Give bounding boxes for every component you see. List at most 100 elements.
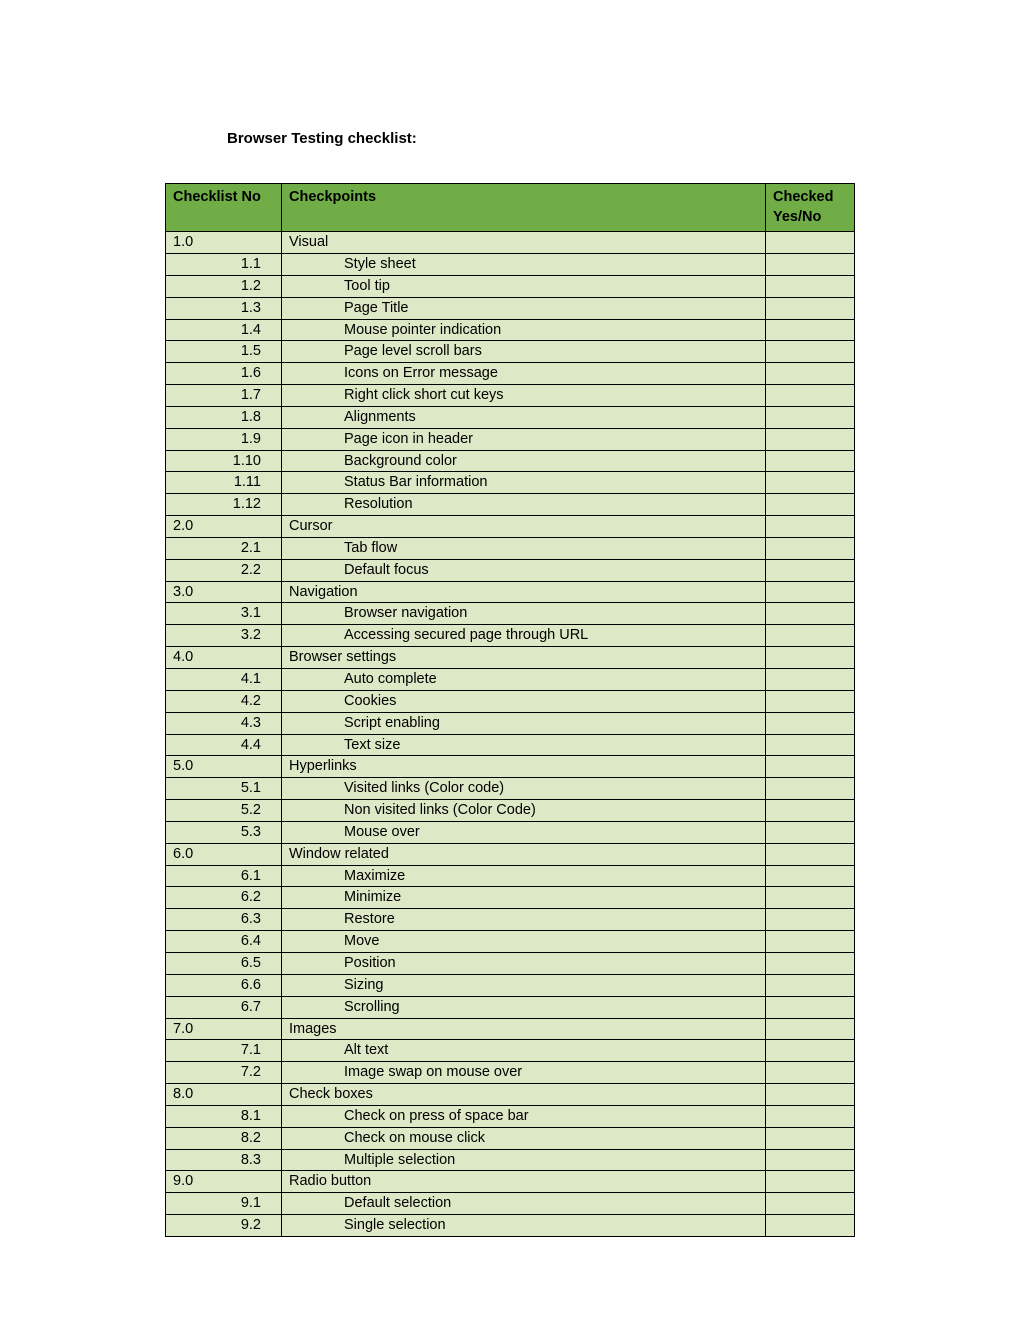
cell-checkpoint: Check on press of space bar — [282, 1105, 766, 1127]
cell-checklist-no: 5.2 — [166, 800, 282, 822]
cell-checked — [766, 603, 855, 625]
cell-checkpoint: Cursor — [282, 516, 766, 538]
cell-checked — [766, 1127, 855, 1149]
table-row: 7.1Alt text — [166, 1040, 855, 1062]
cell-checklist-no: 6.7 — [166, 996, 282, 1018]
table-row: 2.1Tab flow — [166, 537, 855, 559]
cell-checkpoint: Resolution — [282, 494, 766, 516]
cell-checked — [766, 1105, 855, 1127]
table-header-row: Checklist No Checkpoints Checked Yes/No — [166, 184, 855, 232]
table-row: 6.4Move — [166, 931, 855, 953]
cell-checklist-no: 6.0 — [166, 843, 282, 865]
cell-checklist-no: 8.2 — [166, 1127, 282, 1149]
cell-checkpoint: Sizing — [282, 974, 766, 996]
cell-checkpoint: Icons on Error message — [282, 363, 766, 385]
cell-checklist-no: 7.0 — [166, 1018, 282, 1040]
table-row: 4.4Text size — [166, 734, 855, 756]
table-row: 1.6Icons on Error message — [166, 363, 855, 385]
table-row: 8.2Check on mouse click — [166, 1127, 855, 1149]
table-row: 8.0Check boxes — [166, 1084, 855, 1106]
cell-checklist-no: 6.3 — [166, 909, 282, 931]
cell-checkpoint: Hyperlinks — [282, 756, 766, 778]
table-row: 1.0Visual — [166, 232, 855, 254]
col-header-no: Checklist No — [166, 184, 282, 232]
cell-checklist-no: 5.0 — [166, 756, 282, 778]
cell-checked — [766, 952, 855, 974]
cell-checklist-no: 6.2 — [166, 887, 282, 909]
cell-checked — [766, 319, 855, 341]
cell-checklist-no: 4.1 — [166, 669, 282, 691]
table-row: 1.10Background color — [166, 450, 855, 472]
cell-checkpoint: Tool tip — [282, 275, 766, 297]
cell-checked — [766, 800, 855, 822]
cell-checkpoint: Visual — [282, 232, 766, 254]
cell-checkpoint: Restore — [282, 909, 766, 931]
table-row: 1.5Page level scroll bars — [166, 341, 855, 363]
cell-checkpoint: Check on mouse click — [282, 1127, 766, 1149]
cell-checkpoint: Right click short cut keys — [282, 385, 766, 407]
cell-checkpoint: Browser navigation — [282, 603, 766, 625]
cell-checkpoint: Mouse over — [282, 821, 766, 843]
table-row: 1.3Page Title — [166, 297, 855, 319]
cell-checked — [766, 516, 855, 538]
cell-checklist-no: 3.1 — [166, 603, 282, 625]
table-row: 6.5Position — [166, 952, 855, 974]
table-row: 5.1Visited links (Color code) — [166, 778, 855, 800]
cell-checklist-no: 7.1 — [166, 1040, 282, 1062]
cell-checked — [766, 647, 855, 669]
cell-checkpoint: Image swap on mouse over — [282, 1062, 766, 1084]
cell-checklist-no: 6.1 — [166, 865, 282, 887]
cell-checklist-no: 8.0 — [166, 1084, 282, 1106]
table-row: 9.0Radio button — [166, 1171, 855, 1193]
cell-checklist-no: 4.3 — [166, 712, 282, 734]
cell-checklist-no: 1.6 — [166, 363, 282, 385]
cell-checklist-no: 4.2 — [166, 690, 282, 712]
cell-checked — [766, 363, 855, 385]
table-row: 1.11Status Bar information — [166, 472, 855, 494]
table-row: 4.1Auto complete — [166, 669, 855, 691]
cell-checkpoint: Script enabling — [282, 712, 766, 734]
cell-checked — [766, 734, 855, 756]
cell-checked — [766, 428, 855, 450]
cell-checklist-no: 6.4 — [166, 931, 282, 953]
cell-checked — [766, 232, 855, 254]
table-row: 6.1Maximize — [166, 865, 855, 887]
cell-checkpoint: Background color — [282, 450, 766, 472]
cell-checked — [766, 1084, 855, 1106]
table-row: 1.4Mouse pointer indication — [166, 319, 855, 341]
cell-checkpoint: Non visited links (Color Code) — [282, 800, 766, 822]
cell-checked — [766, 450, 855, 472]
cell-checklist-no: 5.1 — [166, 778, 282, 800]
cell-checklist-no: 1.0 — [166, 232, 282, 254]
cell-checkpoint: Maximize — [282, 865, 766, 887]
cell-checklist-no: 1.12 — [166, 494, 282, 516]
cell-checked — [766, 1149, 855, 1171]
cell-checkpoint: Mouse pointer indication — [282, 319, 766, 341]
cell-checklist-no: 8.1 — [166, 1105, 282, 1127]
cell-checklist-no: 9.1 — [166, 1193, 282, 1215]
table-row: 4.2Cookies — [166, 690, 855, 712]
cell-checkpoint: Default focus — [282, 559, 766, 581]
cell-checked — [766, 472, 855, 494]
table-row: 1.12Resolution — [166, 494, 855, 516]
cell-checkpoint: Check boxes — [282, 1084, 766, 1106]
table-row: 1.1Style sheet — [166, 253, 855, 275]
table-row: 1.9Page icon in header — [166, 428, 855, 450]
table-row: 4.0Browser settings — [166, 647, 855, 669]
cell-checkpoint: Auto complete — [282, 669, 766, 691]
col-header-checkpoints: Checkpoints — [282, 184, 766, 232]
cell-checkpoint: Minimize — [282, 887, 766, 909]
cell-checkpoint: Radio button — [282, 1171, 766, 1193]
table-row: 5.3Mouse over — [166, 821, 855, 843]
cell-checked — [766, 756, 855, 778]
table-row: 6.0Window related — [166, 843, 855, 865]
cell-checklist-no: 7.2 — [166, 1062, 282, 1084]
table-row: 9.1Default selection — [166, 1193, 855, 1215]
cell-checklist-no: 3.0 — [166, 581, 282, 603]
cell-checklist-no: 8.3 — [166, 1149, 282, 1171]
cell-checkpoint: Default selection — [282, 1193, 766, 1215]
page-title: Browser Testing checklist: — [227, 130, 855, 147]
cell-checklist-no: 1.2 — [166, 275, 282, 297]
cell-checklist-no: 4.0 — [166, 647, 282, 669]
cell-checkpoint: Images — [282, 1018, 766, 1040]
